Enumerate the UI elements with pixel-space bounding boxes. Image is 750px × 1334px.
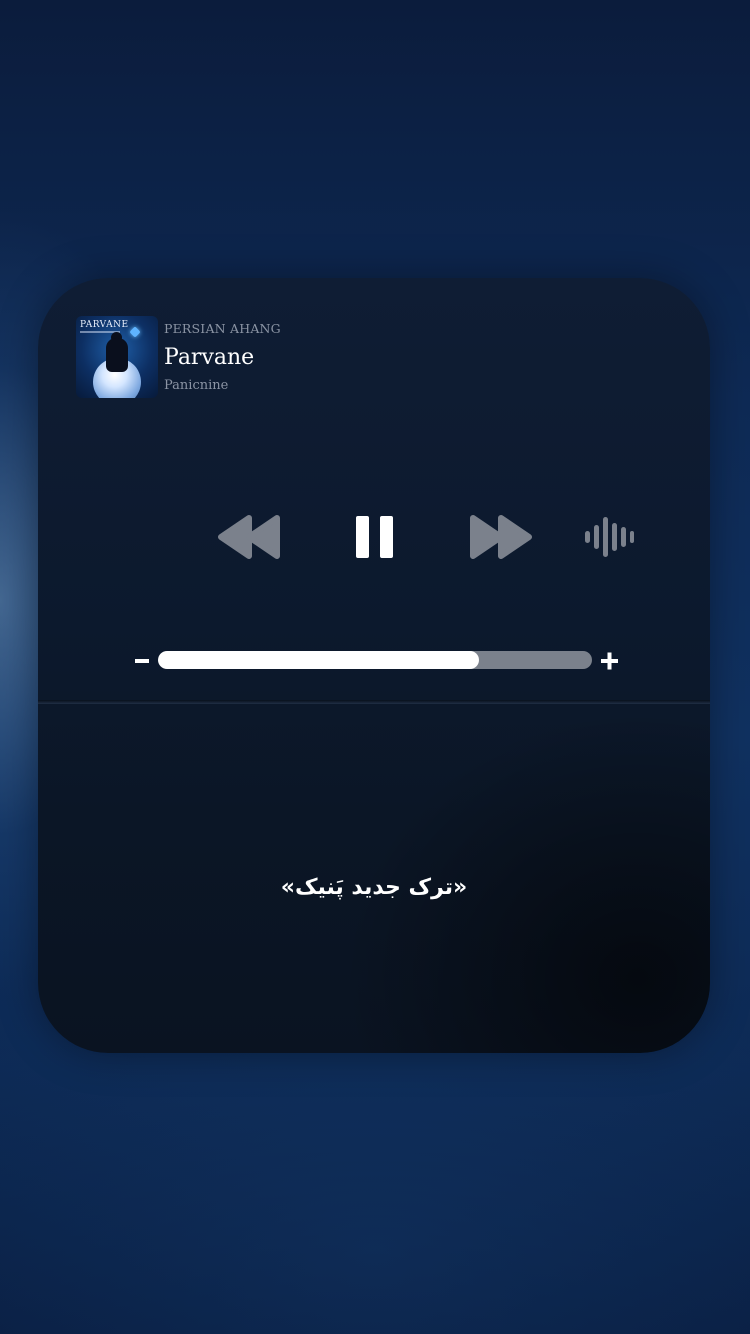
fast-forward-button[interactable] (469, 514, 535, 560)
volume-up-button[interactable] (599, 646, 621, 676)
caption-text: «ترک جدید پَنیک» (280, 875, 468, 900)
volume-slider-fill (158, 651, 480, 669)
audio-output-button[interactable] (583, 514, 635, 560)
album-art-figure (106, 338, 128, 372)
fast-forward-icon (470, 515, 532, 559)
rewind-icon (218, 515, 280, 559)
track-meta: PERSIAN AHANG Parvane Panicnine (164, 320, 281, 395)
minus-icon (135, 659, 149, 663)
rewind-button[interactable] (215, 514, 281, 560)
butterfly-icon (129, 326, 141, 338)
plus-icon (601, 652, 618, 670)
now-playing-card: PARVANE PERSIAN AHANG Parvane Panicnine (38, 278, 710, 1053)
pause-button[interactable] (354, 514, 396, 560)
volume-down-button[interactable] (134, 646, 150, 676)
audio-waveform-icon (585, 517, 634, 557)
album-art-title: PARVANE (80, 320, 129, 330)
track-title: Parvane (164, 345, 255, 370)
artist-name: Panicnine (164, 378, 229, 393)
album-art[interactable]: PARVANE (76, 316, 158, 398)
volume-slider[interactable] (158, 651, 592, 669)
source-label: PERSIAN AHANG (164, 321, 281, 336)
pause-icon (356, 516, 393, 558)
divider (38, 700, 710, 704)
